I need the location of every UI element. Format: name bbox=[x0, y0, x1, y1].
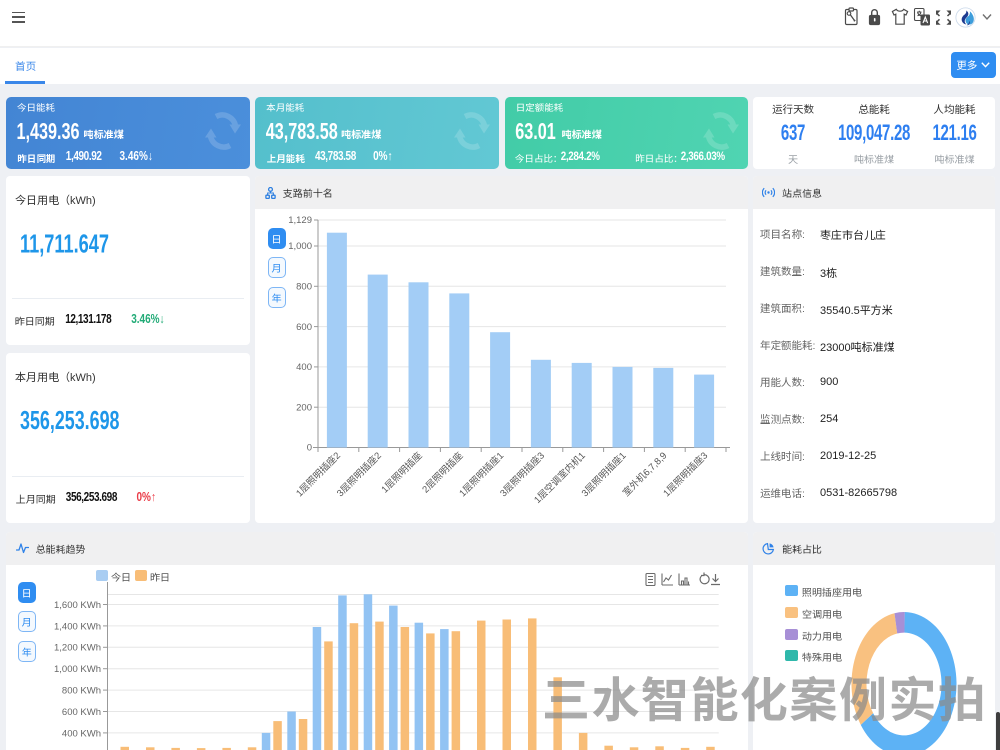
svg-text:600: 600 bbox=[296, 322, 312, 333]
svg-text:1,000 KWh: 1,000 KWh bbox=[54, 664, 101, 675]
svg-text:1,200 KWh: 1,200 KWh bbox=[54, 643, 101, 654]
svg-text:400 KWh: 400 KWh bbox=[62, 728, 101, 739]
svg-text:800 KWh: 800 KWh bbox=[62, 686, 101, 697]
svg-text:1层照明插座: 1层照明插座 bbox=[379, 449, 425, 495]
svg-text:1,600 KWh: 1,600 KWh bbox=[54, 600, 101, 611]
svg-text:1,129: 1,129 bbox=[288, 215, 312, 226]
svg-text:2层照明插座: 2层照明插座 bbox=[420, 449, 466, 495]
svg-text:0: 0 bbox=[307, 443, 312, 454]
svg-text:600 KWh: 600 KWh bbox=[62, 707, 101, 718]
svg-text:1,400 KWh: 1,400 KWh bbox=[54, 621, 101, 632]
svg-text:1,000: 1,000 bbox=[288, 241, 312, 252]
svg-text:800: 800 bbox=[296, 282, 312, 293]
svg-text:200: 200 bbox=[296, 402, 312, 413]
svg-text:400: 400 bbox=[296, 362, 312, 373]
